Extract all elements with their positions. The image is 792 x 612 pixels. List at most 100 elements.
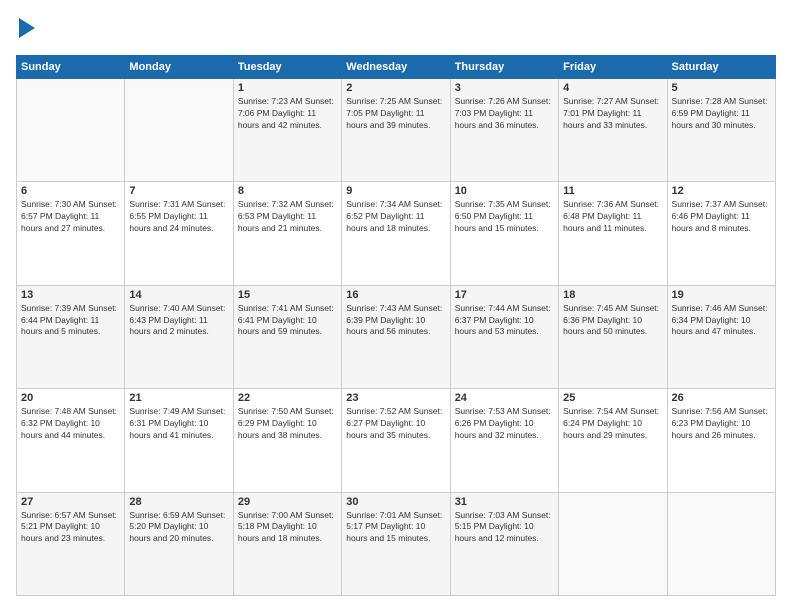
calendar-cell: 20 Sunrise: 7:48 AM Sunset: 6:32 PM Dayli… [17, 389, 125, 492]
day-number: 30 [346, 496, 445, 508]
day-number: 25 [563, 392, 662, 404]
calendar-cell: 4 Sunrise: 7:27 AM Sunset: 7:01 PM Daylig… [559, 78, 667, 181]
day-number: 26 [672, 392, 771, 404]
calendar-cell [559, 492, 667, 595]
day-of-week-sunday: Sunday [17, 55, 125, 78]
day-number: 4 [563, 82, 662, 94]
cell-info: Sunrise: 7:45 AM Sunset: 6:36 PM Dayligh… [563, 303, 662, 339]
calendar-cell: 22 Sunrise: 7:50 AM Sunset: 6:29 PM Dayli… [233, 389, 341, 492]
calendar-cell: 5Sunrise: 7:28 AM Sunset: 6:59 PM Daylig… [667, 78, 775, 181]
cell-info: Sunrise: 6:59 AM Sunset: 5:20 PM Dayligh… [129, 510, 228, 546]
calendar-cell [125, 78, 233, 181]
calendar-cell: 27 Sunrise: 6:57 AM Sunset: 5:21 PM Dayli… [17, 492, 125, 595]
cell-info: Sunrise: 7:00 AM Sunset: 5:18 PM Dayligh… [238, 510, 337, 546]
day-number: 20 [21, 392, 120, 404]
calendar-cell [667, 492, 775, 595]
day-of-week-saturday: Saturday [667, 55, 775, 78]
day-number: 15 [238, 289, 337, 301]
calendar-week-1: 6 Sunrise: 7:30 AM Sunset: 6:57 PM Daylig… [17, 182, 776, 285]
cell-info: Sunrise: 7:27 AM Sunset: 7:01 PM Dayligh… [563, 96, 662, 132]
cell-info: Sunrise: 7:54 AM Sunset: 6:24 PM Dayligh… [563, 406, 662, 442]
calendar-cell: 11 Sunrise: 7:36 AM Sunset: 6:48 PM Dayli… [559, 182, 667, 285]
cell-info: Sunrise: 7:52 AM Sunset: 6:27 PM Dayligh… [346, 406, 445, 442]
day-number: 11 [563, 185, 662, 197]
day-number: 22 [238, 392, 337, 404]
calendar-cell: 3Sunrise: 7:26 AM Sunset: 7:03 PM Daylig… [450, 78, 558, 181]
calendar-week-2: 13 Sunrise: 7:39 AM Sunset: 6:44 PM Dayli… [17, 285, 776, 388]
day-number: 17 [455, 289, 554, 301]
cell-info: Sunrise: 7:28 AM Sunset: 6:59 PM Dayligh… [672, 96, 771, 132]
day-number: 9 [346, 185, 445, 197]
day-number: 8 [238, 185, 337, 197]
day-number: 3 [455, 82, 554, 94]
calendar-cell: 12 Sunrise: 7:37 AM Sunset: 6:46 PM Dayli… [667, 182, 775, 285]
cell-info: Sunrise: 7:03 AM Sunset: 5:15 PM Dayligh… [455, 510, 554, 546]
day-number: 14 [129, 289, 228, 301]
cell-info: Sunrise: 7:01 AM Sunset: 5:17 PM Dayligh… [346, 510, 445, 546]
calendar-cell: 9 Sunrise: 7:34 AM Sunset: 6:52 PM Daylig… [342, 182, 450, 285]
day-number: 7 [129, 185, 228, 197]
day-number: 23 [346, 392, 445, 404]
day-of-week-monday: Monday [125, 55, 233, 78]
day-number: 28 [129, 496, 228, 508]
calendar-cell: 18 Sunrise: 7:45 AM Sunset: 6:36 PM Dayli… [559, 285, 667, 388]
calendar-week-0: 1 Sunrise: 7:23 AM Sunset: 7:06 PM Daylig… [17, 78, 776, 181]
cell-info: Sunrise: 7:40 AM Sunset: 6:43 PM Dayligh… [129, 303, 228, 339]
cell-info: Sunrise: 7:34 AM Sunset: 6:52 PM Dayligh… [346, 199, 445, 235]
calendar-cell: 26Sunrise: 7:56 AM Sunset: 6:23 PM Dayli… [667, 389, 775, 492]
calendar-cell: 24 Sunrise: 7:53 AM Sunset: 6:26 PM Dayli… [450, 389, 558, 492]
calendar-cell: 7 Sunrise: 7:31 AM Sunset: 6:55 PM Daylig… [125, 182, 233, 285]
cell-info: Sunrise: 7:53 AM Sunset: 6:26 PM Dayligh… [455, 406, 554, 442]
day-number: 18 [563, 289, 662, 301]
day-number: 27 [21, 496, 120, 508]
calendar-cell: 28 Sunrise: 6:59 AM Sunset: 5:20 PM Dayli… [125, 492, 233, 595]
cell-info: Sunrise: 7:31 AM Sunset: 6:55 PM Dayligh… [129, 199, 228, 235]
calendar-cell: 10 Sunrise: 7:35 AM Sunset: 6:50 PM Dayli… [450, 182, 558, 285]
calendar-cell: 17Sunrise: 7:44 AM Sunset: 6:37 PM Dayli… [450, 285, 558, 388]
calendar-cell: 16Sunrise: 7:43 AM Sunset: 6:39 PM Dayli… [342, 285, 450, 388]
logo [16, 16, 37, 45]
day-number: 12 [672, 185, 771, 197]
cell-info: Sunrise: 7:37 AM Sunset: 6:46 PM Dayligh… [672, 199, 771, 235]
days-of-week-row: SundayMondayTuesdayWednesdayThursdayFrid… [17, 55, 776, 78]
calendar-cell: 2 Sunrise: 7:25 AM Sunset: 7:05 PM Daylig… [342, 78, 450, 181]
calendar-cell: 13 Sunrise: 7:39 AM Sunset: 6:44 PM Dayli… [17, 285, 125, 388]
calendar-table: SundayMondayTuesdayWednesdayThursdayFrid… [16, 55, 776, 596]
cell-info: Sunrise: 7:43 AM Sunset: 6:39 PM Dayligh… [346, 303, 445, 339]
day-number: 2 [346, 82, 445, 94]
page: SundayMondayTuesdayWednesdayThursdayFrid… [0, 0, 792, 612]
calendar-cell: 21Sunrise: 7:49 AM Sunset: 6:31 PM Dayli… [125, 389, 233, 492]
day-number: 24 [455, 392, 554, 404]
calendar-cell: 25 Sunrise: 7:54 AM Sunset: 6:24 PM Dayli… [559, 389, 667, 492]
calendar-cell: 30 Sunrise: 7:01 AM Sunset: 5:17 PM Dayli… [342, 492, 450, 595]
cell-info: Sunrise: 7:48 AM Sunset: 6:32 PM Dayligh… [21, 406, 120, 442]
day-of-week-friday: Friday [559, 55, 667, 78]
calendar-cell: 15 Sunrise: 7:41 AM Sunset: 6:41 PM Dayli… [233, 285, 341, 388]
calendar-cell [17, 78, 125, 181]
cell-info: Sunrise: 7:32 AM Sunset: 6:53 PM Dayligh… [238, 199, 337, 235]
cell-info: Sunrise: 7:46 AM Sunset: 6:34 PM Dayligh… [672, 303, 771, 339]
day-number: 6 [21, 185, 120, 197]
cell-info: Sunrise: 7:23 AM Sunset: 7:06 PM Dayligh… [238, 96, 337, 132]
cell-info: Sunrise: 7:30 AM Sunset: 6:57 PM Dayligh… [21, 199, 120, 235]
cell-info: Sunrise: 7:39 AM Sunset: 6:44 PM Dayligh… [21, 303, 120, 339]
cell-info: Sunrise: 7:36 AM Sunset: 6:48 PM Dayligh… [563, 199, 662, 235]
calendar-cell: 6 Sunrise: 7:30 AM Sunset: 6:57 PM Daylig… [17, 182, 125, 285]
day-number: 21 [129, 392, 228, 404]
day-number: 10 [455, 185, 554, 197]
cell-info: Sunrise: 7:25 AM Sunset: 7:05 PM Dayligh… [346, 96, 445, 132]
calendar-cell: 14 Sunrise: 7:40 AM Sunset: 6:43 PM Dayli… [125, 285, 233, 388]
day-number: 19 [672, 289, 771, 301]
day-of-week-wednesday: Wednesday [342, 55, 450, 78]
cell-info: Sunrise: 7:35 AM Sunset: 6:50 PM Dayligh… [455, 199, 554, 235]
calendar-week-3: 20 Sunrise: 7:48 AM Sunset: 6:32 PM Dayli… [17, 389, 776, 492]
calendar-cell: 29Sunrise: 7:00 AM Sunset: 5:18 PM Dayli… [233, 492, 341, 595]
calendar-cell: 8 Sunrise: 7:32 AM Sunset: 6:53 PM Daylig… [233, 182, 341, 285]
cell-info: Sunrise: 7:41 AM Sunset: 6:41 PM Dayligh… [238, 303, 337, 339]
cell-info: Sunrise: 6:57 AM Sunset: 5:21 PM Dayligh… [21, 510, 120, 546]
calendar-cell: 1 Sunrise: 7:23 AM Sunset: 7:06 PM Daylig… [233, 78, 341, 181]
cell-info: Sunrise: 7:50 AM Sunset: 6:29 PM Dayligh… [238, 406, 337, 442]
day-number: 13 [21, 289, 120, 301]
day-number: 1 [238, 82, 337, 94]
day-of-week-tuesday: Tuesday [233, 55, 341, 78]
